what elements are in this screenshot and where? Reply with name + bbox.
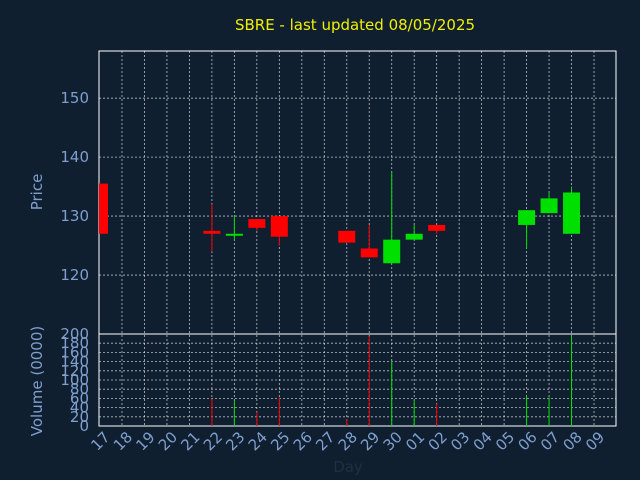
x-axis-label: Day [333,458,363,476]
candle-body [203,230,221,234]
price-panel-frame [98,50,617,335]
volume-tick-label: 200 [60,325,89,343]
price-tick-label: 150 [60,89,89,107]
day-tick-labels: 1718192021222324252627282930010203040506… [87,428,608,454]
candle-body [540,198,558,214]
price-candles [99,171,581,264]
chart-canvas: SBRE - last updated 08/05/2025 120 130 140… [0,0,640,480]
price-axis-label: Price [28,174,46,211]
volume-tick-labels: 020406080100120140160180200 [60,325,89,435]
day-tick-label: 09 [582,428,608,454]
price-tick-label: 140 [60,148,89,166]
volume-axis-label: Volume (0000) [28,326,46,436]
candle-body [383,239,401,264]
candle-body [360,248,378,258]
grid-lines [99,51,616,426]
candle-body [563,192,581,234]
candle-body [248,219,266,228]
candle-body [99,183,108,234]
price-tick-label: 120 [60,266,89,284]
candlestick-chart: SBRE - last updated 08/05/2025 120 130 140… [28,16,617,476]
candle-body [518,210,536,225]
chart-title: SBRE - last updated 08/05/2025 [235,16,475,34]
price-tick-label: 130 [60,207,89,225]
price-tick-labels: 120 130 140 150 [60,89,89,284]
candle-body [405,233,423,240]
candle-body [225,233,243,236]
candle-body [338,230,356,243]
candle-body [270,216,288,237]
candle-body [428,224,446,231]
volume-bars [211,336,573,426]
